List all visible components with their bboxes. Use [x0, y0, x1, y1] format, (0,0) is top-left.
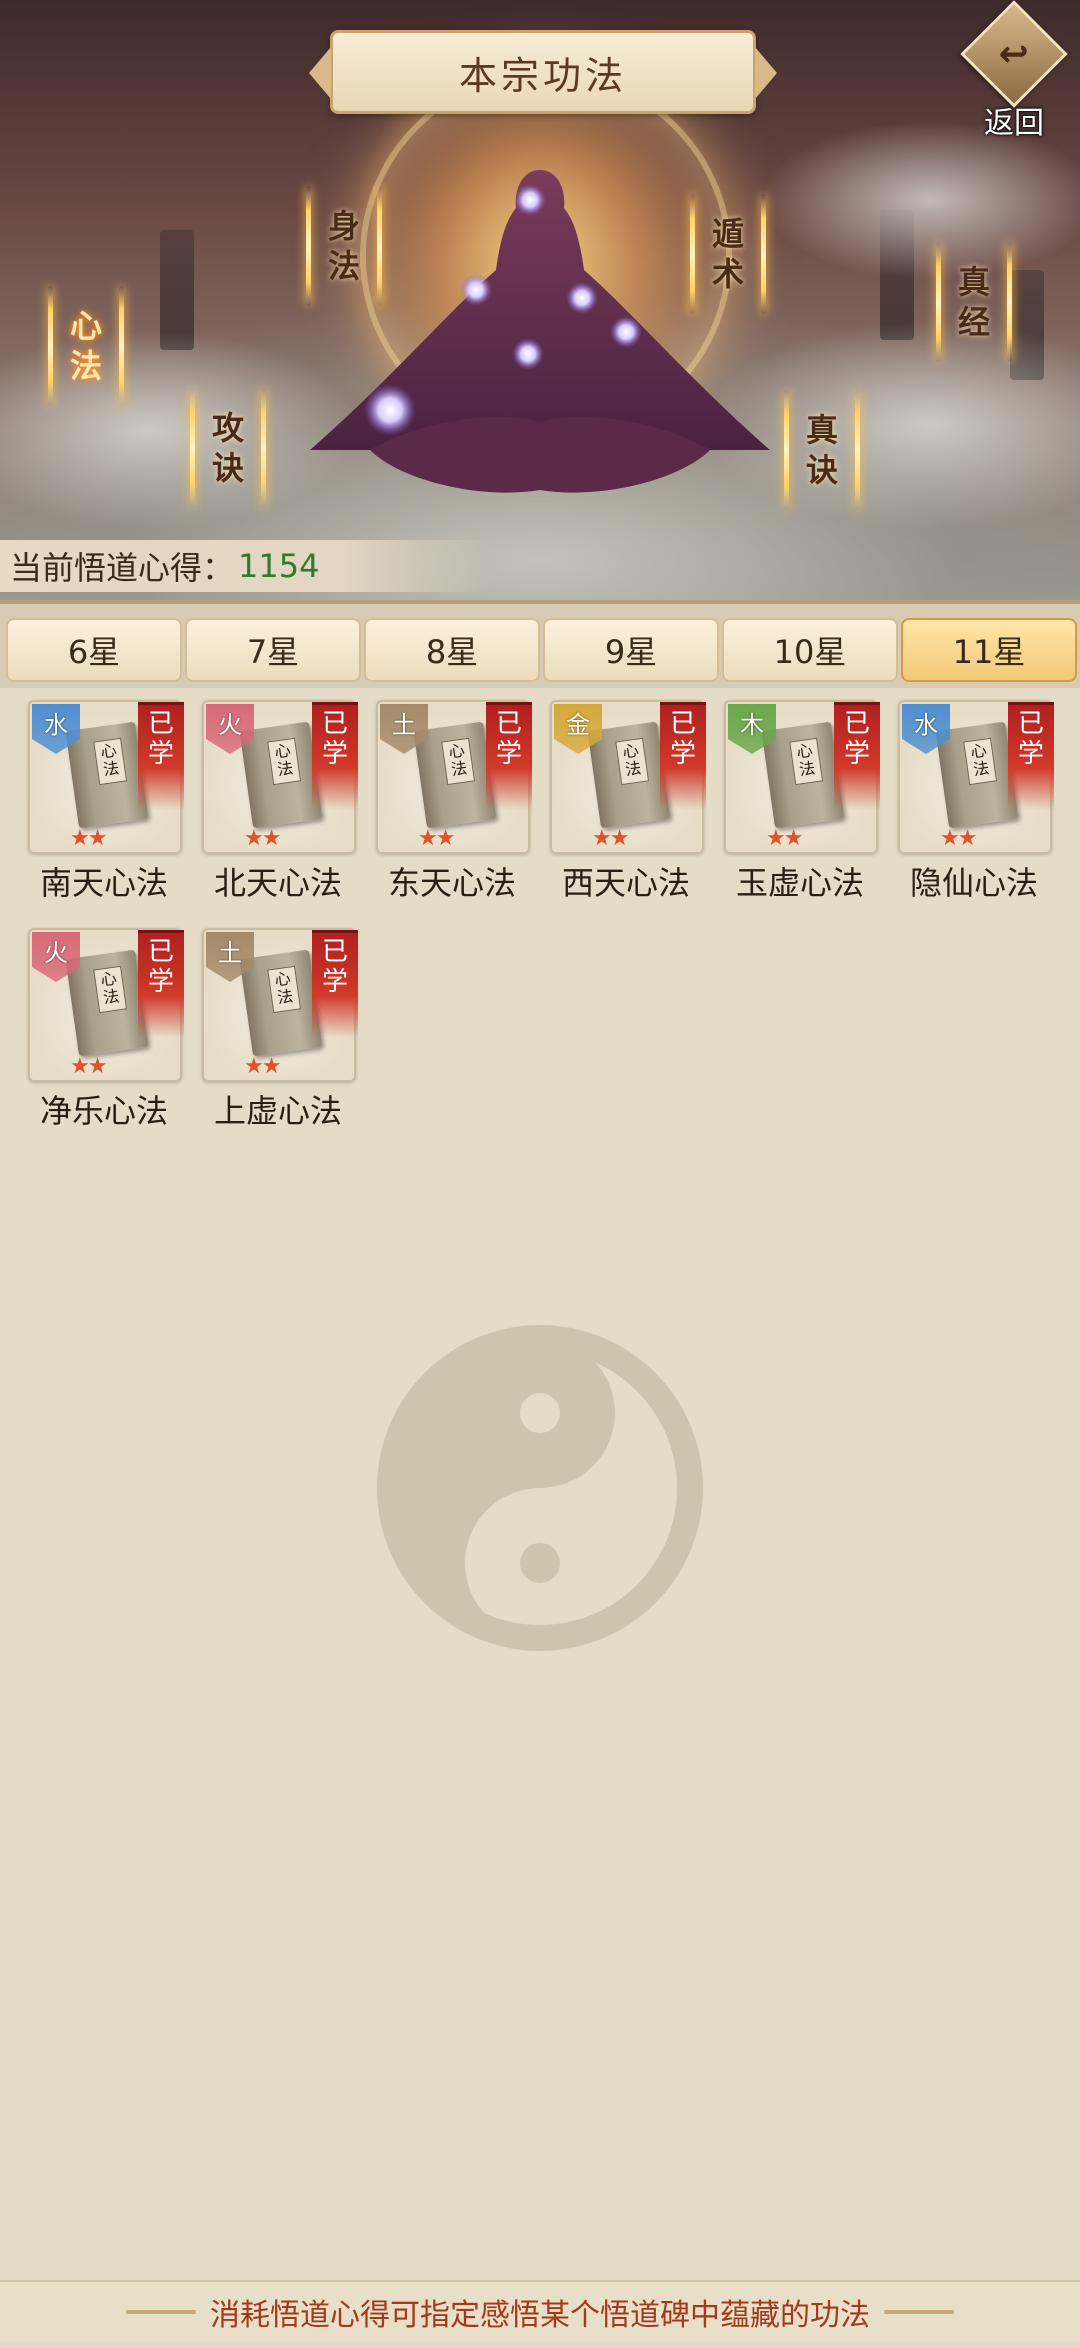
book-title: 心法	[267, 965, 302, 1014]
cloud	[760, 120, 1080, 280]
book-title: 心法	[93, 965, 128, 1014]
tab-11-star[interactable]: 11星	[901, 618, 1077, 682]
book-title: 心法	[615, 737, 650, 786]
star-rating: ★★	[244, 826, 281, 851]
hero-label-attack-art[interactable]: 攻诀	[190, 388, 266, 508]
technique-card: 心法 水 已学 ★★	[28, 700, 184, 854]
page-title: 本宗功法	[458, 53, 627, 98]
footer-ornament-right	[884, 2310, 954, 2314]
hero-label-true-art[interactable]: 真诀	[784, 390, 860, 510]
technique-name: 净乐心法	[39, 1092, 168, 1130]
technique-name: 玉虚心法	[735, 864, 864, 902]
footer-ornament-left	[126, 2310, 196, 2314]
insight-points-bar: 当前悟道心得： 1154	[0, 540, 490, 592]
back-button[interactable]: ↩ 返回	[960, 0, 1068, 141]
tab-7-star[interactable]: 7星	[185, 618, 361, 682]
tab-10-star[interactable]: 10星	[722, 618, 898, 682]
learned-tag: 已学	[834, 702, 880, 810]
technique-item[interactable]: 心法 火 已学 ★★ 北天心法	[194, 700, 358, 902]
technique-name: 北天心法	[213, 864, 342, 902]
technique-name: 东天心法	[387, 864, 516, 902]
star-rating: ★★	[766, 826, 803, 851]
back-arrow-icon: ↩	[960, 0, 1068, 108]
technique-card: 心法 火 已学 ★★	[28, 928, 184, 1082]
book-title: 心法	[789, 737, 824, 786]
learned-tag: 已学	[312, 930, 358, 1038]
hero-label-body-method[interactable]: 身法	[306, 186, 382, 306]
star-rating: ★★	[70, 826, 107, 851]
learned-tag: 已学	[660, 702, 706, 810]
technique-name: 西天心法	[561, 864, 690, 902]
insight-value: 1154	[238, 547, 320, 585]
book-title: 心法	[267, 737, 302, 786]
taiji-dragon-watermark	[377, 1325, 703, 1651]
tab-9-star[interactable]: 9星	[543, 618, 719, 682]
star-rating: ★★	[592, 826, 629, 851]
insight-label: 当前悟道心得：	[10, 549, 235, 587]
hero-label-escape-art[interactable]: 遁术	[690, 194, 766, 314]
tab-8-star[interactable]: 8星	[364, 618, 540, 682]
learned-tag: 已学	[138, 702, 184, 810]
technique-item[interactable]: 心法 土 已学 ★★ 上虚心法	[194, 928, 358, 1130]
technique-item[interactable]: 心法 水 已学 ★★ 隐仙心法	[890, 700, 1054, 902]
star-rating: ★★	[418, 826, 455, 851]
technique-name: 隐仙心法	[909, 864, 1038, 902]
page-title-banner: 本宗功法	[309, 30, 777, 114]
hero-scene: 心法 身法 攻诀 遁术 真诀 真经 本宗功法 ↩ 返回 当前悟道心得： 1154	[0, 0, 1080, 600]
technique-item[interactable]: 心法 水 已学 ★★ 南天心法	[20, 700, 184, 902]
footer-hint: 消耗悟道心得可指定感悟某个悟道碑中蕴藏的功法	[210, 2298, 870, 2333]
hero-label-mind-method[interactable]: 心法	[48, 286, 124, 406]
technique-card: 心法 金 已学 ★★	[550, 700, 706, 854]
star-rating: ★★	[70, 1054, 107, 1079]
star-tabs: 6星 7星 8星 9星 10星 11星	[0, 600, 1080, 692]
technique-list-panel: 心法 水 已学 ★★ 南天心法 心法 火 已学 ★★ 北天心法 心法 土 已学 …	[0, 688, 1080, 2280]
learned-tag: 已学	[138, 930, 184, 1038]
star-rating: ★★	[244, 1054, 281, 1079]
book-title: 心法	[93, 737, 128, 786]
technique-name: 上虚心法	[213, 1092, 342, 1130]
technique-item[interactable]: 心法 木 已学 ★★ 玉虚心法	[716, 700, 880, 902]
learned-tag: 已学	[1008, 702, 1054, 810]
hero-label-true-scripture[interactable]: 真经	[936, 242, 1012, 362]
technique-card: 心法 水 已学 ★★	[898, 700, 1054, 854]
technique-card: 心法 土 已学 ★★	[376, 700, 532, 854]
book-title: 心法	[963, 737, 998, 786]
technique-item[interactable]: 心法 金 已学 ★★ 西天心法	[542, 700, 706, 902]
footer-hint-bar: 消耗悟道心得可指定感悟某个悟道碑中蕴藏的功法	[0, 2280, 1080, 2342]
star-rating: ★★	[940, 826, 977, 851]
technique-item[interactable]: 心法 土 已学 ★★ 东天心法	[368, 700, 532, 902]
book-title: 心法	[441, 737, 476, 786]
technique-card: 心法 火 已学 ★★	[202, 700, 358, 854]
tab-6-star[interactable]: 6星	[6, 618, 182, 682]
technique-card: 心法 木 已学 ★★	[724, 700, 880, 854]
technique-card: 心法 土 已学 ★★	[202, 928, 358, 1082]
learned-tag: 已学	[486, 702, 532, 810]
learned-tag: 已学	[312, 702, 358, 810]
technique-name: 南天心法	[39, 864, 168, 902]
technique-item[interactable]: 心法 火 已学 ★★ 净乐心法	[20, 928, 184, 1130]
